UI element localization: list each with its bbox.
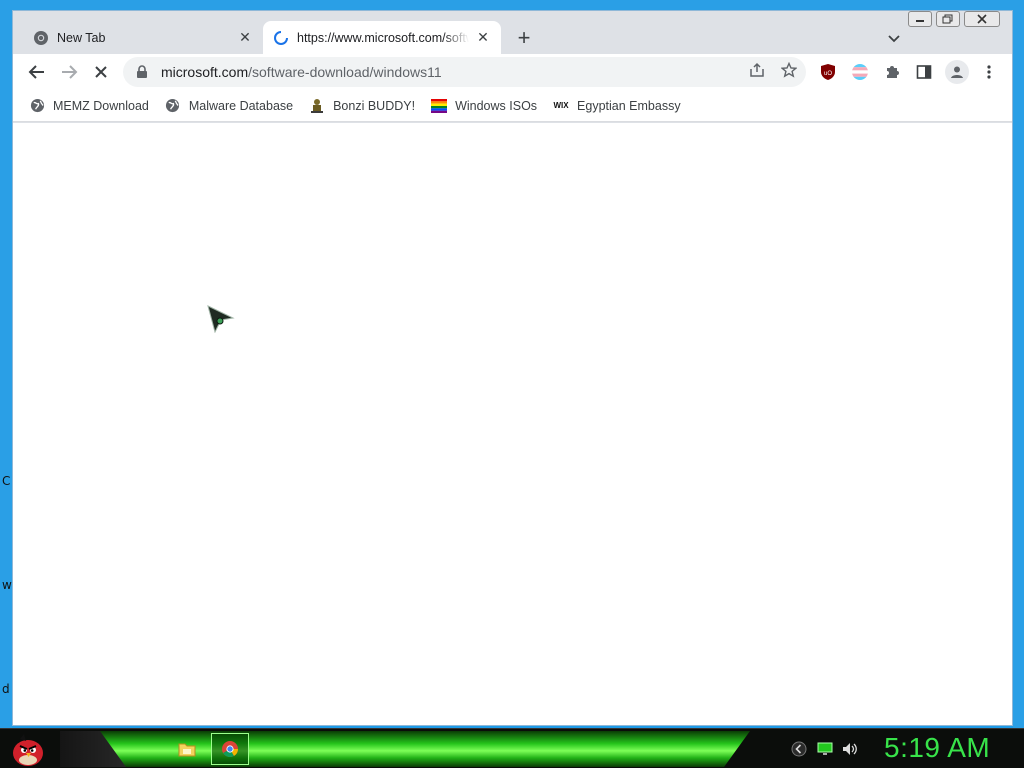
desktop-right-edge	[1013, 0, 1024, 730]
rainbow-flag-icon	[431, 98, 448, 114]
tab-title: https://www.microsoft.com/software-downl…	[297, 30, 469, 45]
desktop-icon-label-fragment: C	[2, 474, 11, 488]
restore-icon	[942, 14, 953, 24]
bookmark-label: Windows ISOs	[455, 98, 538, 113]
minimize-button[interactable]	[908, 11, 932, 27]
chrome-icon	[222, 741, 238, 757]
bookmark-egyptian-embassy[interactable]: WIX Egyptian Embassy	[553, 98, 681, 114]
tray-show-hidden-icon[interactable]	[790, 741, 808, 757]
bookmark-windows-isos[interactable]: Windows ISOs	[431, 98, 537, 114]
bookmark-bonzi-buddy[interactable]: Bonzi BUDDY!	[309, 98, 415, 114]
avatar-icon	[951, 66, 963, 78]
bookmark-label: MEMZ Download	[53, 98, 149, 113]
minimize-icon	[916, 20, 924, 22]
trans-flag-icon	[852, 64, 868, 80]
browser-toolbar: microsoft.com/software-download/windows1…	[13, 54, 1012, 90]
close-window-button[interactable]	[964, 11, 1000, 27]
profile-button[interactable]	[945, 60, 969, 84]
side-panel-button[interactable]	[915, 63, 933, 81]
bonzi-icon	[309, 98, 325, 114]
share-icon	[750, 62, 764, 77]
share-button[interactable]	[748, 61, 766, 79]
menu-button[interactable]	[980, 63, 998, 81]
puzzle-icon	[887, 66, 899, 78]
bookmark-malware-database[interactable]: Malware Database	[165, 98, 293, 114]
stop-loading-button[interactable]	[87, 58, 115, 86]
arrow-right-icon	[62, 65, 78, 79]
address-bar[interactable]: microsoft.com/software-download/windows1…	[123, 57, 806, 87]
restore-button[interactable]	[936, 11, 960, 27]
browser-window: New Tab ✕ https://www.microsoft.com/soft…	[12, 10, 1013, 726]
url-path: /software-download/windows11	[248, 64, 442, 80]
wix-icon: WIX	[553, 101, 569, 110]
tab-close-icon[interactable]: ✕	[237, 29, 253, 46]
url-host: microsoft.com	[161, 64, 249, 80]
taskbar-chrome[interactable]	[211, 733, 249, 765]
chevron-down-icon	[888, 35, 900, 43]
desktop-left-edge: C w d	[0, 0, 12, 730]
start-button-angry-bird-icon[interactable]	[10, 729, 46, 768]
window-controls	[908, 11, 1000, 27]
tab-strip: New Tab ✕ https://www.microsoft.com/soft…	[13, 11, 1012, 54]
stop-icon	[95, 66, 107, 78]
tray-volume-icon[interactable]	[841, 741, 859, 757]
back-button[interactable]	[23, 58, 51, 86]
close-icon	[977, 14, 987, 24]
desktop-background	[0, 0, 1024, 10]
tab-microsoft[interactable]: https://www.microsoft.com/software-downl…	[263, 21, 501, 54]
tab-close-icon[interactable]: ✕	[475, 29, 491, 46]
side-panel-icon	[916, 65, 932, 79]
page-content[interactable]	[13, 123, 1012, 725]
desktop-icon-label-fragment: d	[2, 682, 10, 696]
extensions-button[interactable]	[883, 63, 901, 81]
lock-icon	[137, 65, 147, 78]
svg-text:uO: uO	[824, 71, 832, 77]
bookmark-memz-download[interactable]: MEMZ Download	[29, 98, 149, 114]
bookmark-star-button[interactable]	[780, 61, 798, 79]
folder-icon	[178, 743, 196, 757]
taskbar: 5:19 AM	[0, 728, 1024, 768]
bookmarks-bar: MEMZ Download Malware Database Bonzi BUD…	[13, 90, 1012, 122]
taskbar-file-explorer[interactable]	[168, 733, 206, 765]
desktop-icon-label-fragment: w	[2, 578, 12, 592]
ublock-shield-icon: uO	[821, 64, 835, 80]
tab-title: New Tab	[57, 30, 106, 45]
arrow-left-icon	[28, 65, 44, 79]
bookmark-label: Bonzi BUDDY!	[333, 98, 416, 113]
new-tab-button[interactable]: +	[511, 25, 537, 51]
forward-button[interactable]	[55, 58, 83, 86]
pride-flag-extension[interactable]	[851, 63, 869, 81]
bookmark-label: Egyptian Embassy	[577, 98, 681, 113]
globe-icon	[29, 98, 45, 114]
more-vertical-icon	[987, 65, 991, 79]
ublock-origin-extension[interactable]: uO	[819, 63, 837, 81]
chrome-icon	[34, 30, 48, 45]
star-icon	[781, 62, 797, 78]
tray-network-icon[interactable]	[816, 741, 834, 757]
globe-icon	[165, 98, 181, 114]
loading-spinner-icon	[274, 30, 288, 45]
bookmark-label: Malware Database	[188, 98, 294, 113]
taskbar-clock[interactable]: 5:19 AM	[884, 732, 990, 764]
tab-search-button[interactable]	[883, 27, 905, 49]
tab-new-tab[interactable]: New Tab ✕	[23, 21, 263, 54]
mouse-cursor-icon	[207, 305, 235, 333]
